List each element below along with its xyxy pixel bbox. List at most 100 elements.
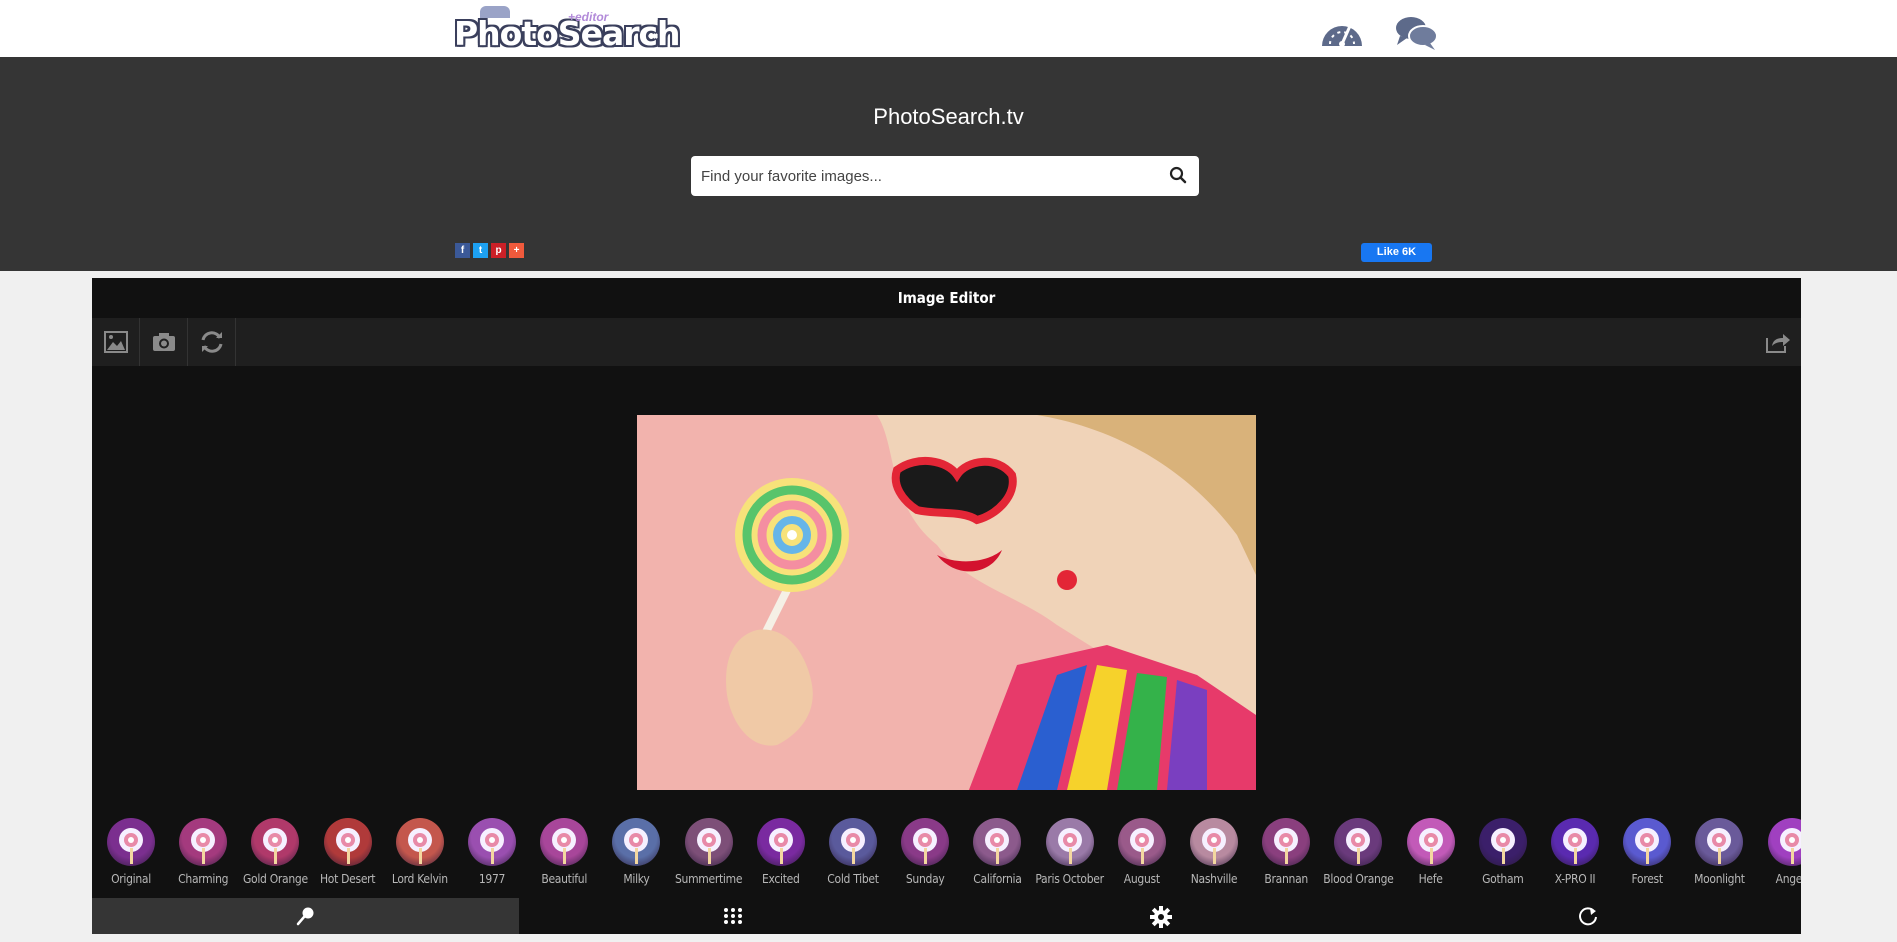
lollipop-shape [1718,848,1722,864]
logo-text: PhotoSearch [454,14,681,53]
filter-item[interactable]: Lord Kelvin [384,812,456,886]
lollipop-shape [274,848,278,864]
filter-item[interactable]: Excited [745,812,817,886]
filter-thumbnail [1623,818,1672,866]
filter-thumbnail [1478,818,1527,866]
filter-label: Gotham [1482,872,1524,886]
filter-item[interactable]: Hefe [1395,812,1467,886]
lollipop-shape [491,848,494,864]
filter-item[interactable]: Gotham [1467,812,1539,886]
lollipop-shape [418,848,422,864]
share-out-icon [1766,334,1790,353]
chat-bubbles-icon[interactable] [1392,12,1440,52]
filter-item[interactable]: Summertime [673,812,745,886]
adjust-tab[interactable] [519,898,946,934]
search-icon[interactable] [1169,166,1187,184]
filter-thumbnail [973,818,1022,866]
filter-thumbnail [251,818,300,866]
filter-label: 1977 [478,872,506,886]
top-bar: PhotoSearch +editor [0,0,1897,57]
filter-thumbnail [684,818,733,866]
photosearch-logo[interactable]: PhotoSearch +editor [452,6,681,54]
filter-item[interactable]: Brannan [1250,812,1322,886]
lollipop-shape [346,848,350,864]
lollipop-shape [1211,837,1217,843]
filter-item[interactable]: Gold Orange [239,812,311,886]
grid-icon [724,908,742,924]
filter-label: Sunday [905,872,945,886]
lollipop-shape [202,848,206,864]
filter-item[interactable]: Sunday [889,812,961,886]
reset-tab[interactable] [1373,898,1800,934]
lollipop-shape [563,848,567,864]
filter-label: California [973,872,1022,886]
filter-label: Excited [762,872,800,886]
lollipop-shape [705,837,712,843]
lollipop-shape [1138,837,1145,843]
lollipop-shape [1066,837,1073,843]
filter-item[interactable]: August [1106,812,1178,886]
lollipop-shape [1501,848,1505,864]
lollipop-shape [1429,848,1433,864]
filter-thumbnail [107,818,155,866]
search-input[interactable] [691,156,1171,196]
filters-tab[interactable] [92,898,519,934]
lollipop-shape [635,848,639,864]
filter-label: Charming [178,872,229,886]
image-editor: Image Editor Original Charming Gold Oran… [92,278,1801,934]
lollipop-shape [1788,837,1795,843]
settings-tab[interactable] [946,898,1373,934]
filter-thumbnail [1045,818,1094,866]
search-box [691,156,1199,196]
pinterest-share-button[interactable]: p [491,243,506,258]
filter-item[interactable]: Hot Desert [312,812,384,886]
editor-image-preview[interactable] [637,415,1256,790]
filter-label: Cold Tibet [827,872,879,886]
filter-thumbnail [612,818,661,866]
filter-label: Paris October [1035,872,1104,886]
filter-item[interactable]: Cold Tibet [817,812,889,886]
open-image-button[interactable] [92,318,140,366]
lollipop-shape [1357,848,1361,864]
facebook-like-button[interactable]: Like 6K [1361,243,1432,262]
filter-item[interactable]: 1977 [456,812,528,886]
editor-title: Image Editor [897,289,996,307]
filter-thumbnail [756,818,805,866]
filter-item[interactable]: Forest [1611,812,1683,886]
filter-item[interactable]: Moonlight [1683,812,1755,886]
twitter-share-button[interactable]: t [473,243,488,258]
more-share-button[interactable]: + [509,243,524,258]
filter-item[interactable]: Original [95,812,167,886]
filter-label: August [1123,872,1160,886]
filter-label: Moonlight [1694,872,1745,886]
filter-label: Hefe [1418,872,1443,886]
lollipop-shape [777,837,784,843]
lollipop-shape [1572,837,1578,843]
lollipop-shape [1285,848,1289,864]
filter-thumbnail [323,818,372,866]
filter-thumbnail [179,818,228,866]
filter-thumbnail [1551,818,1599,866]
filter-item[interactable]: Blood Orange [1322,812,1394,886]
image-icon [104,331,128,353]
filter-item[interactable]: Angeli [1756,812,1801,886]
export-button[interactable] [1753,318,1801,366]
facebook-share-button[interactable]: f [455,243,470,258]
filter-item[interactable]: Charming [167,812,239,886]
filter-item[interactable]: Beautiful [528,812,600,886]
lollipop-shape [996,848,1000,864]
filter-item[interactable]: Nashville [1178,812,1250,886]
lollipop-shape [128,837,134,843]
refresh-button[interactable] [188,318,236,366]
filter-item[interactable]: Paris October [1034,812,1106,886]
lollipop-shape [344,837,351,843]
filter-item[interactable]: California [961,812,1033,886]
refresh-icon [201,331,223,353]
filter-item[interactable]: Milky [600,812,672,886]
lollipop-shape [1499,837,1506,843]
filter-item[interactable]: X-PRO II [1539,812,1611,886]
speedometer-icon[interactable] [1318,12,1366,52]
lollipop-shape [1790,848,1794,864]
lollipop-shape [1213,848,1216,864]
camera-button[interactable] [140,318,188,366]
